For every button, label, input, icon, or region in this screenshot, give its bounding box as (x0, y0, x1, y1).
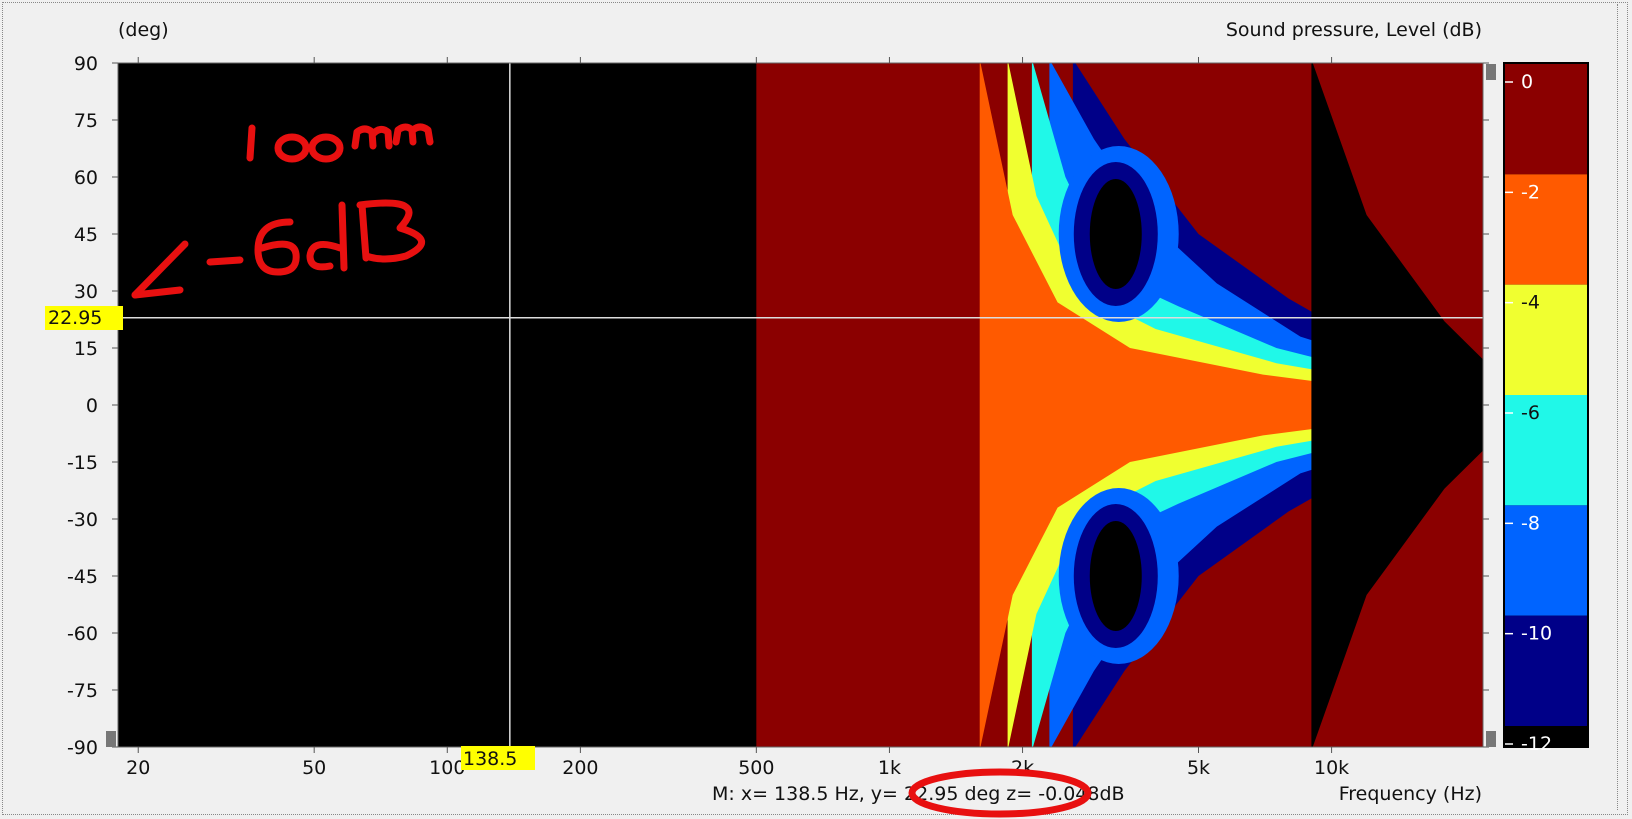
hw-minus (206, 256, 244, 266)
x-cursor-tag: 138.5 (463, 748, 517, 770)
y-tick-label: -75 (67, 680, 98, 702)
y-tick-label: 45 (74, 224, 98, 246)
y-tick-label: 60 (74, 167, 98, 189)
colorbar: 0 -2 -4 -6 -8 -10 -12 (1503, 62, 1589, 755)
colorbar-label: -6 (1521, 402, 1540, 424)
chart-title: Sound pressure, Level (dB) (1226, 19, 1482, 41)
colorbar-label: -10 (1521, 623, 1552, 645)
y-tick-label: -30 (67, 509, 98, 531)
y-tick-label: 30 (74, 281, 98, 303)
colorbar-swatch (1505, 395, 1587, 506)
x-tick-label: 5k (1187, 757, 1210, 779)
x-tick-label: 20 (126, 757, 150, 779)
colorbar-label: -2 (1521, 181, 1540, 203)
x-tick-label: 1k (878, 757, 901, 779)
x-tick-label: 500 (738, 757, 774, 779)
x-tick-label: 50 (302, 757, 326, 779)
colorbar-swatch (1505, 284, 1587, 395)
colorbar-label: 0 (1521, 71, 1533, 93)
lobe-core (1089, 179, 1142, 289)
colorbar-swatch (1505, 505, 1587, 616)
bottom-scroll-handle[interactable] (1486, 731, 1496, 747)
y-axis-unit-label: (deg) (118, 19, 169, 41)
x-axis-label: Frequency (Hz) (1339, 783, 1482, 805)
contour-bands (756, 63, 1483, 747)
top-scroll-handle[interactable] (1486, 64, 1496, 80)
polar-map-chart[interactable]: 9075604530150-15-30-45-60-75-90 20 50 100 2… (0, 0, 1632, 819)
colorbar-swatch (1505, 64, 1587, 175)
y-cursor-tag: 22.95 (48, 307, 102, 329)
hw-arrow-head (131, 286, 184, 299)
y-tick-label: 0 (86, 395, 98, 417)
left-scroll-handle[interactable] (106, 731, 116, 747)
x-tick-label: 10k (1314, 757, 1349, 779)
colorbar-swatch (1505, 174, 1587, 285)
colorbar-label: -12 (1521, 733, 1552, 755)
y-tick-label: 75 (74, 110, 98, 132)
colorbar-label: -8 (1521, 512, 1540, 534)
colorbar-label: -4 (1521, 292, 1540, 314)
y-tick-label: -90 (67, 737, 98, 759)
y-tick-label: -60 (67, 623, 98, 645)
y-tick-label: 15 (74, 338, 98, 360)
y-tick-label: -45 (67, 566, 98, 588)
x-tick-label: 100 (429, 757, 465, 779)
hw-stroke-1 (246, 124, 256, 162)
y-tick-label: -15 (67, 452, 98, 474)
x-tick-label: 200 (562, 757, 598, 779)
y-tick-label: 90 (74, 53, 98, 75)
lobe-core (1089, 521, 1142, 631)
